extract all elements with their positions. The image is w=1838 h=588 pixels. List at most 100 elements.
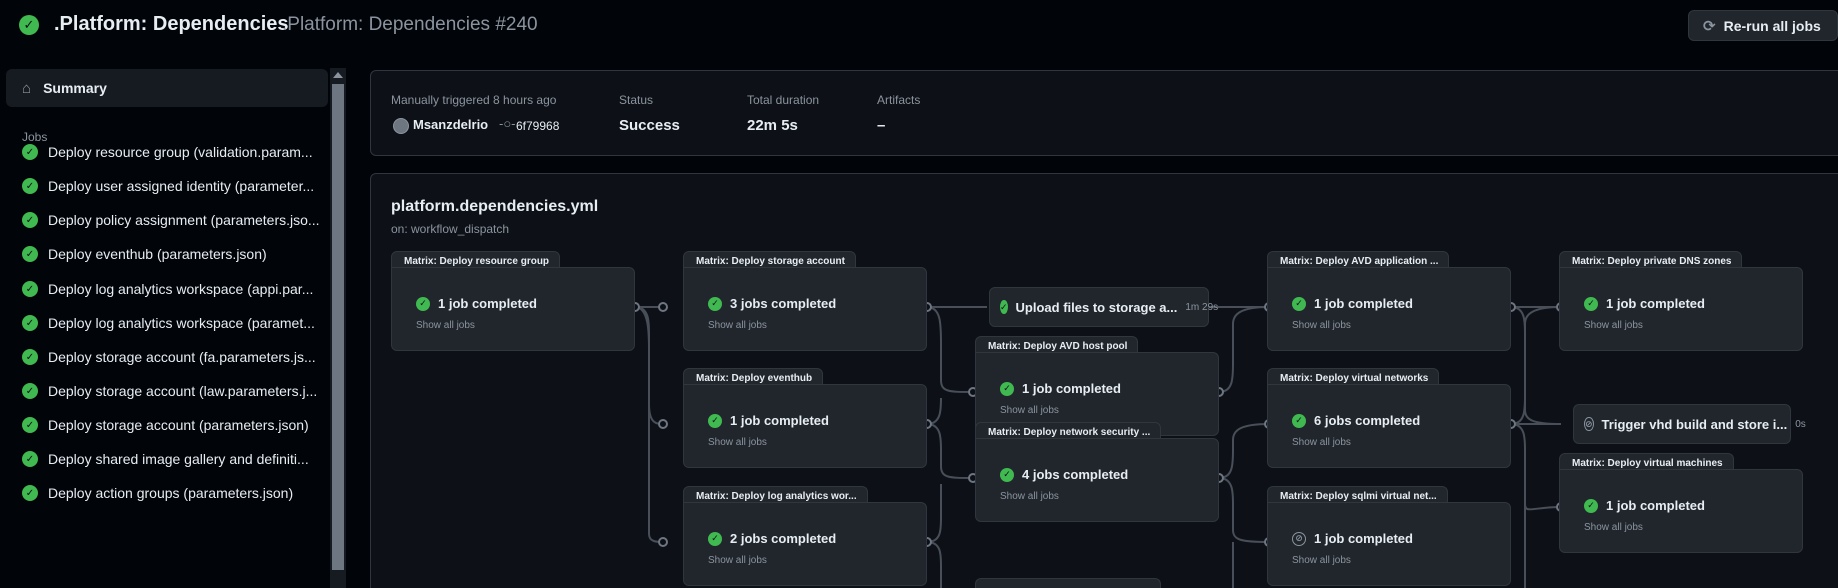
workflow-graph-panel: platform.dependencies.yml on: workflow_d…	[370, 173, 1838, 588]
sidebar-job-item[interactable]: ✓ Deploy policy assignment (parameters.js…	[22, 209, 320, 231]
sidebar-job-item[interactable]: ✓ Deploy user assigned identity (paramete…	[22, 175, 314, 197]
check-circle-fill-icon: ✓	[22, 383, 38, 399]
artifacts-value: –	[877, 117, 886, 134]
job-label: Deploy policy assignment (parameters.jso…	[48, 212, 320, 228]
status-value: Success	[619, 117, 680, 134]
rerun-all-jobs-button[interactable]: ⟳ Re-run all jobs	[1688, 10, 1838, 41]
job-label: Deploy user assigned identity (parameter…	[48, 178, 315, 194]
job-status-text: 1 job completed	[1606, 498, 1705, 513]
avatar[interactable]	[393, 118, 409, 134]
artifacts-label: Artifacts	[877, 93, 921, 107]
check-circle-fill-icon: ✓	[19, 15, 39, 35]
job-status-text: 4 jobs completed	[1022, 467, 1129, 482]
job-label: Deploy resource group (validation.param.…	[48, 144, 313, 160]
job-box-body[interactable]: ✓ 1 job completed Show all jobs	[391, 267, 635, 351]
job-box-body[interactable]: ✓ 1 job completed Show all jobs	[683, 384, 927, 468]
jobs-sidebar: ⌂ Summary Jobs ✓ Deploy resource group (v…	[0, 64, 330, 588]
job-box-body[interactable]: ✓ 6 jobs completed Show all jobs	[1267, 384, 1511, 468]
commit-link[interactable]: 6f79968	[516, 119, 559, 133]
job-box-body[interactable]: ⊘ 1 job completed Show all jobs	[1267, 502, 1511, 586]
job-box-body[interactable]: ✓ 1 job completed Show all jobs	[1559, 267, 1803, 351]
trigger-label: Manually triggered 8 hours ago	[391, 93, 557, 107]
job-label: Deploy log analytics workspace (paramet.…	[48, 315, 315, 331]
job-box-body[interactable]: ✓ 2 jobs completed Show all jobs	[683, 502, 927, 586]
job-trigger-vhd-build[interactable]: ⊘ Trigger vhd build and store i... 0s	[1573, 404, 1806, 444]
show-all-jobs-link[interactable]: Show all jobs	[1000, 491, 1059, 502]
sidebar-job-item[interactable]: ✓ Deploy action groups (parameters.json)	[22, 482, 293, 504]
job-status: ✓ 1 job completed	[1584, 296, 1705, 311]
sidebar-job-item[interactable]: ✓ Deploy shared image gallery and definit…	[22, 448, 309, 470]
job-title: Upload files to storage a...	[1015, 299, 1178, 315]
show-all-jobs-link[interactable]: Show all jobs	[708, 320, 767, 331]
sidebar-job-item[interactable]: ✓ Deploy log analytics workspace (paramet…	[22, 312, 315, 334]
sidebar-job-item[interactable]: ✓ Deploy storage account (fa.parameters.j…	[22, 346, 316, 368]
scrollbar-thumb[interactable]	[332, 84, 344, 570]
check-circle-fill-icon: ✓	[708, 531, 722, 546]
sidebar-job-item[interactable]: ✓ Deploy eventhub (parameters.json)	[22, 243, 267, 265]
summary-label: Summary	[43, 80, 107, 96]
check-circle-fill-icon: ✓	[22, 212, 38, 228]
check-circle-fill-icon: ✓	[416, 296, 430, 311]
run-title: .Platform: Dependencies #240	[282, 14, 538, 35]
job-status: ✓ 4 jobs completed	[1000, 467, 1128, 482]
job-status-text: 1 job completed	[1022, 381, 1121, 396]
check-circle-fill-icon: ✓	[22, 315, 38, 331]
job-box-body[interactable]: ✓ 1 job completed Show all jobs	[1267, 267, 1511, 351]
show-all-jobs-link[interactable]: Show all jobs	[708, 437, 767, 448]
sidebar-job-item[interactable]: ✓ Deploy storage account (parameters.json…	[22, 414, 309, 436]
job-box-body[interactable]: ✓ 1 job completed Show all jobs	[1559, 469, 1803, 553]
job-label: Deploy storage account (law.parameters.j…	[48, 383, 318, 399]
job-status: ✓ 3 jobs completed	[708, 296, 836, 311]
workflow-title: .Platform: Dependencies	[54, 13, 289, 35]
show-all-jobs-link[interactable]: Show all jobs	[1292, 555, 1351, 566]
sync-icon: ⟳	[1703, 17, 1716, 35]
skipped-icon: ⊘	[1292, 531, 1306, 546]
job-status-text: 2 jobs completed	[730, 531, 837, 546]
job-status: ✓ 2 jobs completed	[708, 531, 836, 546]
check-circle-fill-icon: ✓	[1000, 300, 1008, 314]
job-status: ✓ 6 jobs completed	[1292, 413, 1420, 428]
check-circle-fill-icon: ✓	[1292, 296, 1306, 311]
check-circle-fill-icon: ✓	[22, 417, 38, 433]
show-all-jobs-link[interactable]: Show all jobs	[1000, 405, 1059, 416]
job-status: ✓ 1 job completed	[1000, 381, 1121, 396]
run-summary-panel: Manually triggered 8 hours ago Msanzdelr…	[370, 70, 1838, 156]
show-all-jobs-link[interactable]: Show all jobs	[1584, 522, 1643, 533]
job-box-body[interactable]: ✓ 4 jobs completed Show all jobs	[975, 438, 1219, 522]
git-commit-icon: -○-	[499, 116, 516, 131]
sidebar-scrollbar[interactable]	[330, 68, 346, 588]
job-status-text: 1 job completed	[730, 413, 829, 428]
show-all-jobs-link[interactable]: Show all jobs	[1584, 320, 1643, 331]
job-label: Deploy storage account (parameters.json)	[48, 417, 309, 433]
sidebar-job-item[interactable]: ✓ Deploy log analytics workspace (appi.pa…	[22, 278, 313, 300]
job-upload-files[interactable]: ✓ Upload files to storage a... 1m 29s	[989, 287, 1218, 327]
job-status-text: 1 job completed	[438, 296, 537, 311]
actor-link[interactable]: Msanzdelrio	[413, 117, 488, 132]
show-all-jobs-link[interactable]: Show all jobs	[708, 555, 767, 566]
job-status-text: 1 job completed	[1314, 296, 1413, 311]
check-circle-fill-icon: ✓	[1000, 467, 1014, 482]
job-label: Deploy storage account (fa.parameters.js…	[48, 349, 316, 365]
scroll-up-arrow-icon[interactable]	[333, 72, 343, 78]
job-status: ✓ 1 job completed	[708, 413, 829, 428]
check-circle-fill-icon: ✓	[22, 144, 38, 160]
run-header: ✓ .Platform: Dependencies .Platform: Dep…	[0, 0, 1838, 52]
show-all-jobs-link[interactable]: Show all jobs	[1292, 437, 1351, 448]
check-circle-fill-icon: ✓	[22, 281, 38, 297]
sidebar-item-summary[interactable]: ⌂ Summary	[6, 69, 328, 107]
job-status: ✓ 1 job completed	[416, 296, 537, 311]
check-circle-fill-icon: ✓	[22, 451, 38, 467]
check-circle-fill-icon: ✓	[22, 349, 38, 365]
job-title: Trigger vhd build and store i...	[1601, 416, 1788, 432]
job-status-text: 1 job completed	[1606, 296, 1705, 311]
check-circle-fill-icon: ✓	[708, 296, 722, 311]
job-box-body[interactable]: ✓ 3 jobs completed Show all jobs	[683, 267, 927, 351]
duration-value: 22m 5s	[747, 117, 798, 134]
sidebar-job-item[interactable]: ✓ Deploy resource group (validation.param…	[22, 141, 313, 163]
show-all-jobs-link[interactable]: Show all jobs	[416, 320, 475, 331]
sidebar-job-item[interactable]: ✓ Deploy storage account (law.parameters.…	[22, 380, 317, 402]
job-status-text: 3 jobs completed	[730, 296, 837, 311]
show-all-jobs-link[interactable]: Show all jobs	[1292, 320, 1351, 331]
check-circle-fill-icon: ✓	[1292, 413, 1306, 428]
job-duration: 0s	[1795, 418, 1806, 430]
